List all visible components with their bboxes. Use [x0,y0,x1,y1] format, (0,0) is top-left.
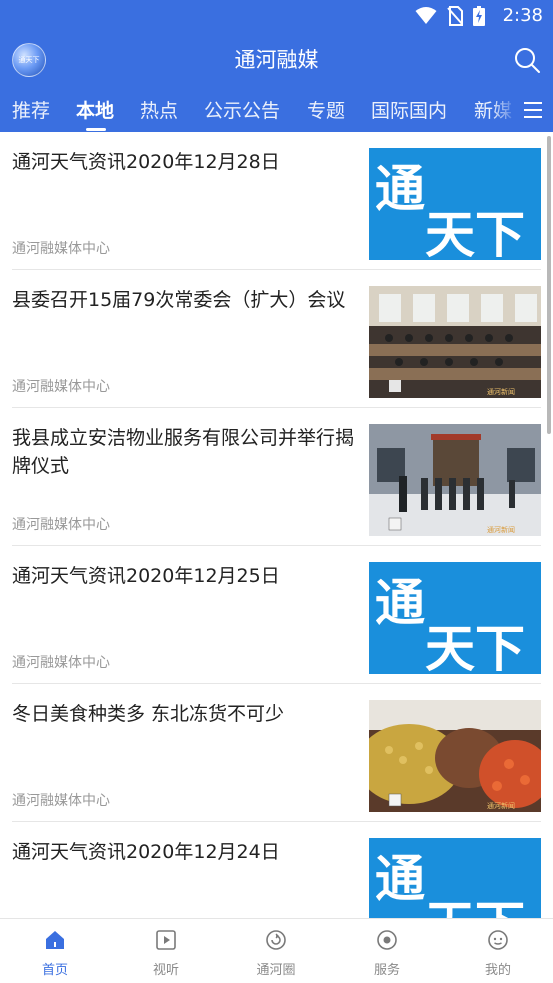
nav-label: 我的 [484,963,511,978]
video-watermark: 通河新闻 [487,801,515,810]
app-title: 通河融媒 [234,48,319,72]
battery-charging-icon [473,6,485,26]
category-tabs: 推荐 本地 热点 公示公告 专题 国际国内 新媒 [0,88,553,132]
news-title[interactable]: 县委召开15届79次常委会（扩大）会议 [12,286,357,314]
nav-label: 首页 [41,963,68,978]
bottom-nav: 首页 视听 通河圈 服务 我的 [0,918,553,983]
no-sim-icon [447,6,463,26]
nav-profile[interactable]: 我的 [458,929,538,978]
news-thumbnail[interactable]: 通河新闻 [369,700,541,812]
status-bar: 2:38 [0,0,553,32]
active-tab-indicator [86,128,106,131]
news-item[interactable]: 通河天气资讯2020年12月28日 通河融媒体中心 通 天下 [12,132,541,270]
news-thumbnail[interactable]: 通 天下 [369,562,541,674]
brand-thumb-line1: 通 [375,574,425,632]
brand-thumb-line2: 天下 [425,896,525,918]
channel-menu-button[interactable] [513,88,553,132]
tab-announcements[interactable]: 公示公告 [204,96,280,123]
brand-thumb-line2: 天下 [425,206,525,260]
status-time: 2:38 [502,5,543,26]
video-watermark: 通河新闻 [487,387,515,396]
video-watermark: 通河新闻 [487,525,515,534]
header: 2:38 通天下 通河融媒 推荐 本地 热点 公示公告 专题 国际国内 新媒 [0,0,553,132]
news-source: 通河融媒体中心 [12,517,110,533]
video-icon [156,930,176,950]
news-thumbnail[interactable]: 通 天下 [369,148,541,260]
news-thumbnail[interactable]: 通河新闻 [369,286,541,398]
brand-thumb-line1: 通 [375,850,425,908]
news-source: 通河融媒体中心 [12,379,110,395]
news-thumbnail[interactable]: 通 天下 [369,838,541,918]
circle-icon [266,930,286,950]
brand-thumb-line2: 天下 [425,620,525,674]
menu-icon [524,102,542,118]
nav-home[interactable]: 首页 [15,929,95,978]
news-title[interactable]: 通河天气资讯2020年12月25日 [12,562,357,590]
nav-label: 通河圈 [256,963,296,978]
news-list[interactable]: 通河天气资讯2020年12月28日 通河融媒体中心 通 天下 县委召开15届79… [0,132,553,918]
news-title[interactable]: 冬日美食种类多 东北冻货不可少 [12,700,357,728]
home-icon [46,931,64,949]
brand-thumb-line1: 通 [375,160,425,218]
title-bar: 通天下 通河融媒 [0,34,553,84]
tab-topics[interactable]: 专题 [307,96,345,123]
news-thumbnail[interactable]: 通河新闻 [369,424,541,536]
news-title[interactable]: 通河天气资讯2020年12月24日 [12,838,357,866]
profile-icon [488,930,508,950]
tab-hot[interactable]: 热点 [140,96,178,123]
news-item[interactable]: 冬日美食种类多 东北冻货不可少 通河融媒体中心 通河新闻 [12,684,541,822]
news-title[interactable]: 通河天气资讯2020年12月28日 [12,148,357,176]
tab-local[interactable]: 本地 [76,96,114,123]
nav-media[interactable]: 视听 [126,929,206,978]
search-button[interactable] [513,46,541,74]
news-item[interactable]: 通河天气资讯2020年12月24日 通 天下 [12,822,541,918]
news-source: 通河融媒体中心 [12,655,110,671]
nav-label: 服务 [373,963,400,978]
tab-recommend[interactable]: 推荐 [12,96,50,123]
nav-label: 视听 [152,963,179,978]
news-source: 通河融媒体中心 [12,241,110,257]
news-source: 通河融媒体中心 [12,793,110,809]
news-item[interactable]: 通河天气资讯2020年12月25日 通河融媒体中心 通 天下 [12,546,541,684]
nav-circle[interactable]: 通河圈 [236,929,316,978]
tab-world-domestic[interactable]: 国际国内 [371,96,447,123]
nav-service[interactable]: 服务 [347,929,427,978]
news-item[interactable]: 我县成立安洁物业服务有限公司并举行揭牌仪式 通河融媒体中心 通河新闻 [12,408,541,546]
status-icons [415,5,485,27]
search-icon [515,48,540,73]
wifi-icon [415,7,437,24]
scrollbar[interactable] [547,136,551,434]
news-title[interactable]: 我县成立安洁物业服务有限公司并举行揭牌仪式 [12,424,357,480]
app-screen: 2:38 通天下 通河融媒 推荐 本地 热点 公示公告 专题 国际国内 新媒 [0,0,553,983]
service-icon [377,930,397,950]
news-item[interactable]: 县委召开15届79次常委会（扩大）会议 通河融媒体中心 通河新闻 [12,270,541,408]
